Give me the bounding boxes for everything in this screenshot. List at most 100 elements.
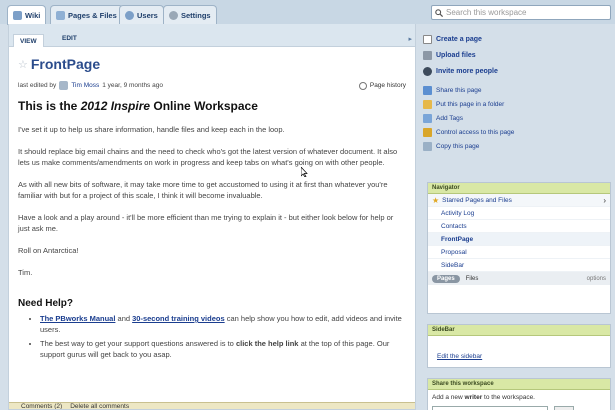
tab-edit[interactable]: EDIT (62, 35, 77, 42)
action-label: Copy this page (436, 142, 480, 150)
invite-email-input[interactable] (432, 406, 548, 410)
action-label: Upload files (436, 51, 476, 59)
tag-icon (423, 113, 432, 123)
copy-icon (423, 141, 432, 151)
search-icon (435, 8, 443, 17)
tab-view[interactable]: VIEW (13, 34, 44, 47)
page-history-link[interactable]: Page history (358, 81, 406, 90)
list-item: The PBworks Manual and 30-second trainin… (40, 313, 406, 335)
star-icon[interactable]: ☆ (18, 58, 28, 71)
key-icon (423, 127, 432, 137)
collapse-arrow-icon[interactable]: ▸ (408, 35, 412, 43)
control-access-link[interactable]: Control access to this page (423, 125, 613, 139)
help-heading: Need Help? (18, 298, 74, 309)
options-link[interactable]: options (587, 276, 610, 282)
folder-page-link[interactable]: Put this page in a folder (423, 97, 613, 111)
sidebar-item-activity-log[interactable]: Activity Log (428, 207, 610, 220)
search-input[interactable]: Search this workspace (431, 5, 611, 20)
navigator-footer: Pages Files options (428, 272, 610, 285)
comments-toggle[interactable]: Comments (2) (21, 403, 62, 409)
help-bold: click the help link (235, 339, 299, 348)
heading-emphasis: 2012 Inspire (80, 99, 151, 113)
paragraph: It should replace big email chains and t… (18, 147, 398, 167)
tab-label: Settings (181, 10, 211, 20)
share-page-link[interactable]: Share this page (423, 83, 613, 97)
tab-label: Users (137, 10, 158, 20)
action-label: Invite more people (436, 67, 498, 75)
page-title: FrontPage (30, 56, 101, 72)
create-page-button[interactable]: Create a page (423, 31, 613, 47)
sidebar-item-sidebar[interactable]: SideBar (428, 259, 610, 272)
new-page-icon (423, 34, 432, 44)
upload-files-button[interactable]: Upload files (423, 47, 613, 63)
editor-link[interactable]: Tim Moss (71, 82, 99, 89)
person-icon (423, 66, 432, 76)
share-header: Share this workspace (428, 379, 610, 390)
sidebar-actions: Create a page Upload files Invite more p… (423, 31, 613, 153)
mouse-cursor-icon (301, 167, 308, 177)
training-videos-link[interactable]: 30-second training videos (132, 314, 225, 323)
share-role[interactable]: writer (465, 394, 483, 401)
search-placeholder: Search this workspace (446, 8, 527, 17)
heading-suffix: Online Workspace (150, 99, 258, 113)
action-label: Control access to this page (436, 128, 515, 136)
pages-icon (56, 10, 65, 20)
nav-label: Starred Pages and Files (442, 196, 512, 204)
panel-title: SideBar (432, 327, 455, 333)
panel-title: Navigator (432, 185, 460, 191)
manual-link[interactable]: The PBworks Manual (40, 314, 115, 323)
invite-people-button[interactable]: Invite more people (423, 63, 613, 79)
tab-users[interactable]: Users (119, 5, 164, 24)
action-label: Add Tags (436, 114, 463, 122)
paragraph: As with all new bits of software, it may… (18, 180, 388, 200)
share-panel: Share this workspace Add a new writer to… (427, 378, 611, 410)
starred-pages-item[interactable]: ★ Starred Pages and Files › (428, 194, 610, 207)
files-tab[interactable]: Files (466, 276, 479, 282)
main-content: VIEW EDIT ▸ ☆ FrontPage last edited by T… (8, 24, 416, 410)
page-meta: last edited by Tim Moss 1 year, 9 months… (18, 81, 406, 90)
paragraph: I've set it up to help us share informat… (18, 125, 285, 134)
share-prefix: Add a new (432, 394, 465, 401)
tab-wiki[interactable]: Wiki (7, 5, 47, 25)
invite-button[interactable] (554, 406, 574, 410)
edited-prefix: last edited by (18, 82, 57, 89)
share-icon (423, 85, 432, 95)
page-actions: Share this page Put this page in a folde… (423, 83, 613, 153)
chevron-right-icon: › (603, 195, 606, 205)
action-label: Create a page (436, 35, 482, 43)
view-edit-tabs: VIEW EDIT ▸ (9, 24, 415, 47)
tab-label: Pages & Files (68, 10, 117, 20)
paragraph: Tim. (18, 268, 33, 277)
pages-tab[interactable]: Pages (432, 274, 460, 283)
share-suffix: to the workspace. (482, 394, 535, 401)
panel-title: Share this workspace (432, 381, 494, 387)
page-history-label: Page history (369, 82, 406, 89)
tab-pages-files[interactable]: Pages & Files (50, 5, 123, 24)
wiki-icon (13, 11, 22, 20)
sidebar-header: SideBar (428, 325, 610, 336)
top-bar: Wiki Pages & Files Users Settings Search… (0, 0, 615, 25)
sidebar-item-contacts[interactable]: Contacts (428, 220, 610, 233)
edit-sidebar-link[interactable]: Edit the sidebar (437, 353, 482, 360)
clock-icon (358, 81, 367, 90)
edited-time: 1 year, 9 months ago (102, 82, 163, 89)
tab-label: Wiki (25, 11, 41, 20)
list-item: The best way to get your support questio… (40, 338, 406, 360)
comments-bar: Comments (2) Delete all comments (9, 402, 415, 409)
navigator-panel: Navigator ★ Starred Pages and Files › Act… (427, 182, 611, 314)
navigator-header: Navigator (428, 183, 610, 194)
sidebar-panel: SideBar Edit the sidebar (427, 324, 611, 368)
paragraph: Roll on Antarctica! (18, 246, 79, 255)
copy-page-link[interactable]: Copy this page (423, 139, 613, 153)
sidebar-item-proposal[interactable]: Proposal (428, 246, 610, 259)
sidebar-item-frontpage[interactable]: FrontPage (428, 233, 610, 246)
delete-comments-link[interactable]: Delete all comments (70, 403, 129, 409)
add-tags-link[interactable]: Add Tags (423, 111, 613, 125)
help-text: The best way to get your support questio… (40, 339, 236, 348)
avatar (59, 81, 69, 90)
star-icon: ★ (432, 195, 440, 205)
gear-icon (169, 10, 178, 20)
tab-settings[interactable]: Settings (163, 5, 217, 24)
share-text: Add a new writer to the workspace. (428, 390, 610, 401)
users-icon (125, 10, 134, 20)
